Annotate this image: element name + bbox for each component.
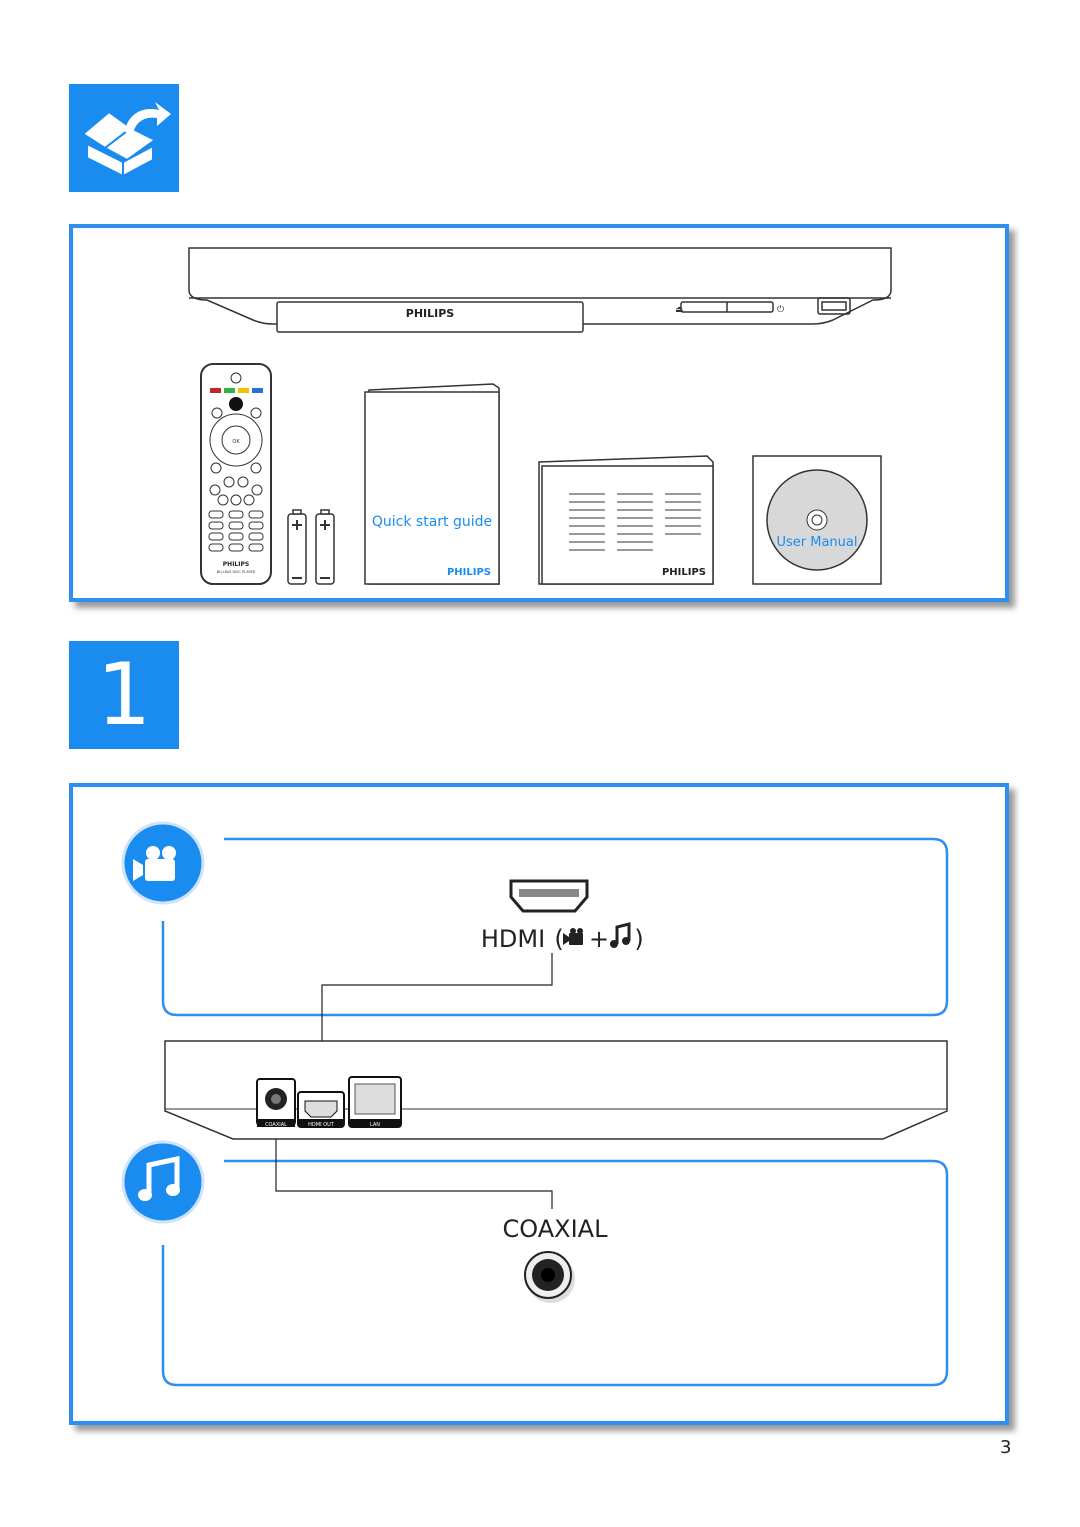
hdmi-paren-close: ) [634,925,643,953]
hdmi-paren-open: ( [554,925,563,953]
user-manual-disc-illustration [752,455,882,585]
player-brand: PHILIPS [406,307,455,320]
port-hdmi-out-label: HDMI OUT [308,1122,335,1128]
power-icon: ⏻ [777,304,784,315]
coaxial-connector-icon [524,1251,575,1303]
booklet-brand: PHILIPS [662,567,706,578]
port-lan-label: LAN [370,1122,380,1128]
eject-icon: ⏏ [675,305,684,315]
disc-label: User Manual [776,535,857,550]
remote-control-illustration [200,363,272,585]
remote-model: BLU-RAY DISC PLAYER [217,570,256,574]
step-number: 1 [69,641,179,749]
box-contents-panel: PHILIPS ⏏ ⏻ OK PHILIPS BLU-RAY DISC PLAY… [69,224,1009,602]
port-coaxial-label: COAXIAL [265,1122,287,1128]
music-note-icon [121,1140,205,1224]
connection-panel: HDMI ( + ) COAXIAL HDMI OUT LAN COAXIAL [69,783,1009,1425]
remote-ok-label: OK [232,439,240,445]
hdmi-label: HDMI [481,925,545,953]
remote-brand: PHILIPS [223,561,249,568]
quick-start-guide-brand: PHILIPS [447,567,491,578]
safety-booklet-illustration [538,455,714,585]
hdmi-plus: + [589,925,609,953]
unpack-box-icon [69,84,179,192]
quick-start-guide-title: Quick start guide [372,514,492,530]
music-note-icon [610,922,631,948]
hdmi-connector-icon [509,879,589,913]
video-camera-icon [563,928,583,945]
quick-start-guide-illustration [364,383,500,585]
blu-ray-player-illustration [188,247,892,333]
page-number: 3 [1000,1437,1012,1458]
video-camera-icon [121,821,205,905]
batteries-illustration [287,509,335,585]
coaxial-label: COAXIAL [503,1215,609,1243]
